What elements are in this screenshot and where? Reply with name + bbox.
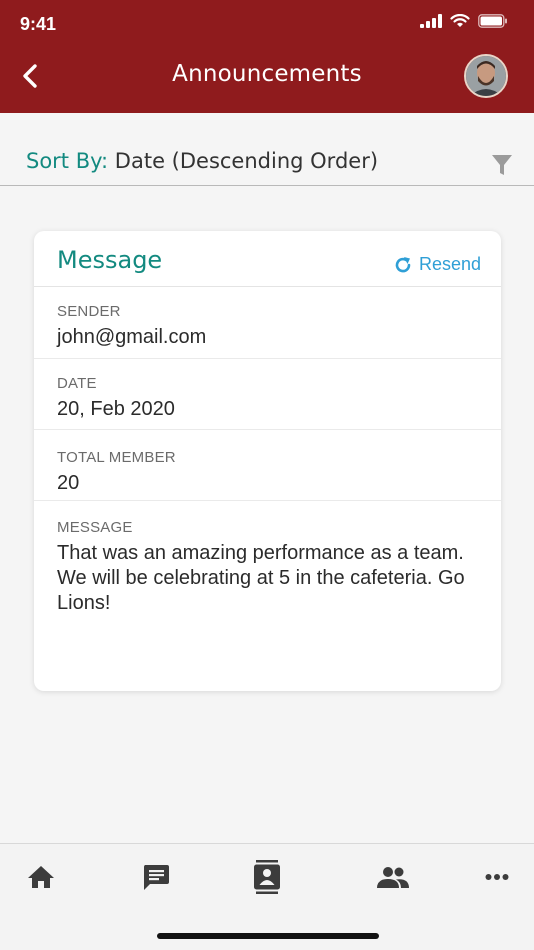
tab-groups[interactable]	[373, 860, 413, 894]
message-field: MESSAGE That was an amazing performance …	[34, 501, 501, 616]
home-indicator	[157, 933, 379, 939]
sender-label: SENDER	[57, 303, 121, 320]
total-member-field: TOTAL MEMBER 20	[34, 430, 501, 501]
wifi-icon	[450, 14, 470, 27]
more-icon	[485, 874, 509, 880]
filter-button[interactable]	[490, 153, 516, 179]
group-icon	[377, 867, 409, 888]
card-title: Message	[57, 246, 163, 274]
page-title: Announcements	[172, 61, 362, 87]
sender-field: SENDER john@gmail.com	[34, 287, 501, 359]
date-label: DATE	[57, 375, 97, 392]
tab-home[interactable]	[21, 860, 61, 894]
date-field: DATE 20, Feb 2020	[34, 359, 501, 430]
tab-messages[interactable]	[136, 860, 176, 894]
sort-bar: Sort By: Date (Descending Order)	[0, 113, 534, 186]
status-icons	[420, 14, 508, 28]
status-time: 9:41	[20, 14, 57, 34]
total-member-label: TOTAL MEMBER	[57, 449, 176, 466]
tab-contacts[interactable]	[247, 860, 287, 894]
battery-icon	[478, 14, 507, 28]
app-header: 9:41 Announcements	[0, 0, 534, 113]
sender-value: john@gmail.com	[57, 326, 207, 348]
sort-value: Date (Descending Order)	[114, 149, 379, 173]
card-header: Message Resend	[34, 231, 501, 287]
message-icon	[143, 865, 169, 890]
avatar[interactable]	[464, 54, 508, 98]
sort-selector[interactable]: Sort By: Date (Descending Order)	[26, 149, 378, 173]
user-photo-icon	[466, 56, 506, 96]
date-value: 20, Feb 2020	[57, 398, 175, 420]
filter-icon	[492, 155, 512, 175]
resend-button[interactable]: Resend	[393, 254, 481, 275]
tab-more[interactable]	[477, 860, 517, 894]
message-label: MESSAGE	[57, 519, 133, 536]
sort-label: Sort By:	[26, 149, 109, 173]
signal-icon	[420, 14, 442, 28]
home-icon	[28, 866, 54, 888]
message-body: That was an amazing performance as a tea…	[57, 542, 465, 614]
refresh-icon	[395, 256, 411, 272]
message-card: Message Resend SENDER john@gmail.com DAT…	[34, 231, 501, 691]
contacts-icon	[254, 860, 280, 894]
resend-label: Resend	[418, 254, 481, 274]
total-member-value: 20	[57, 472, 80, 494]
